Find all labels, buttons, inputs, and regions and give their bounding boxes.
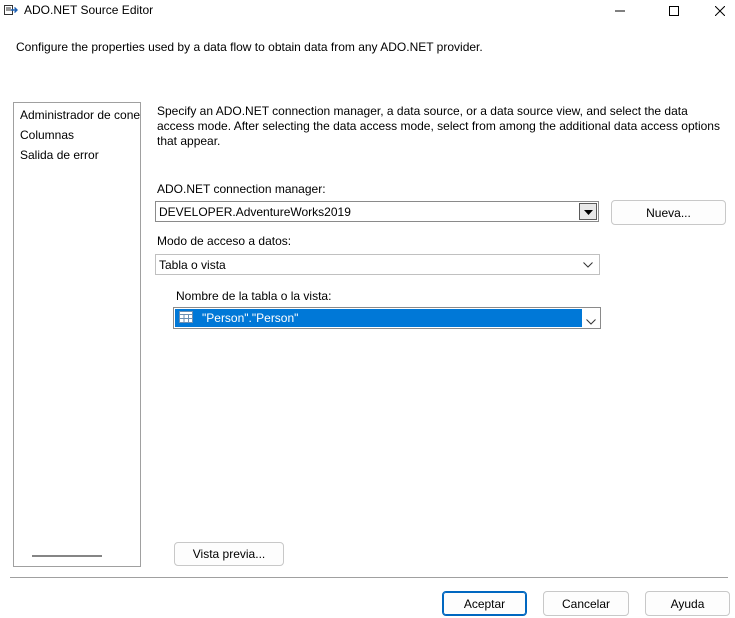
access-mode-label: Modo de acceso a datos: (157, 234, 292, 248)
nav-item-error-output[interactable]: Salida de error (20, 148, 99, 162)
help-button[interactable]: Ayuda (645, 591, 730, 616)
title-bar: ADO.NET Source Editor (0, 0, 735, 22)
minimize-button[interactable] (597, 0, 643, 22)
description-text: Specify an ADO.NET connection manager, a… (157, 104, 720, 148)
selected-table-item: "Person"."Person" (175, 309, 582, 327)
table-name-combo[interactable]: "Person"."Person" (173, 307, 601, 329)
table-name-value: "Person"."Person" (202, 311, 299, 325)
maximize-button[interactable] (651, 0, 697, 22)
dropdown-button[interactable] (579, 203, 597, 220)
window-title: ADO.NET Source Editor (24, 3, 154, 17)
connection-manager-value: DEVELOPER.AdventureWorks2019 (159, 204, 351, 219)
table-icon (179, 310, 193, 326)
horizontal-scrollbar[interactable] (32, 555, 102, 557)
app-icon (4, 4, 18, 16)
close-button[interactable] (697, 0, 735, 22)
access-mode-combo[interactable]: Tabla o vista (155, 254, 600, 275)
connection-manager-combo[interactable]: DEVELOPER.AdventureWorks2019 (155, 201, 599, 222)
maximize-icon (669, 6, 679, 16)
nav-item-columns[interactable]: Columnas (20, 128, 74, 142)
nav-panel: Administrador de conexiones Columnas Sal… (13, 102, 141, 567)
connection-manager-label: ADO.NET connection manager: (157, 182, 326, 196)
intro-text: Configure the properties used by a data … (16, 40, 483, 54)
new-connection-button[interactable]: Nueva... (611, 200, 726, 225)
chevron-down-icon (579, 261, 597, 268)
nav-item-connection-manager[interactable]: Administrador de conexiones (20, 108, 140, 122)
preview-button[interactable]: Vista previa... (174, 542, 284, 566)
ok-button[interactable]: Aceptar (442, 591, 527, 616)
chevron-down-icon (583, 205, 593, 219)
cancel-button[interactable]: Cancelar (543, 591, 629, 616)
close-icon (715, 6, 725, 16)
chevron-down-icon (586, 314, 596, 328)
table-name-label: Nombre de la tabla o la vista: (176, 289, 332, 303)
minimize-icon (615, 6, 625, 16)
access-mode-value: Tabla o vista (159, 257, 226, 272)
separator (10, 577, 728, 578)
